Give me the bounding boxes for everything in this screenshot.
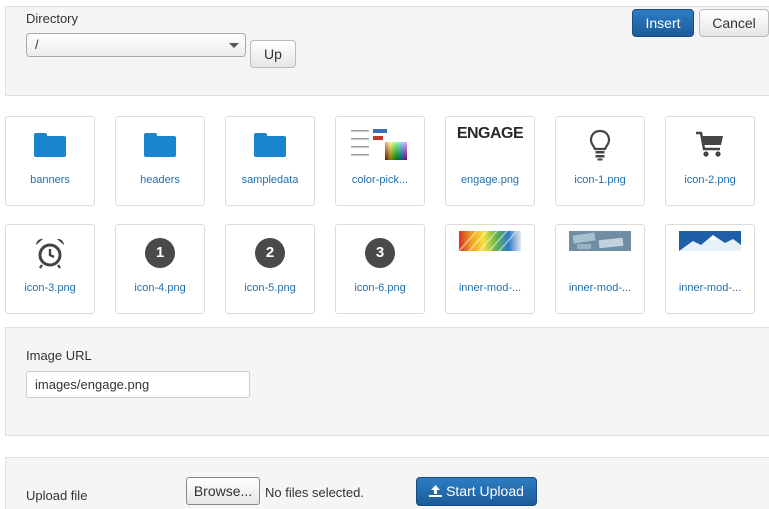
tile-name: inner-mod-...: [458, 282, 522, 294]
image-tile[interactable]: color-pick...: [335, 116, 425, 206]
tile-name: color-pick...: [351, 174, 409, 186]
folder-icon: [34, 133, 66, 157]
image-tile[interactable]: inner-mod-...: [445, 224, 535, 314]
tile-name: inner-mod-...: [678, 282, 742, 294]
image-tile[interactable]: 2 icon-5.png: [225, 224, 315, 314]
number-two-icon: 2: [255, 238, 285, 268]
mountain-thumbnail: [679, 231, 741, 251]
start-upload-button[interactable]: Start Upload: [416, 477, 537, 506]
tile-name: sampledata: [241, 174, 299, 186]
folder-icon: [144, 133, 176, 157]
alarm-clock-icon: [35, 238, 65, 269]
blue-cards-thumbnail: [569, 231, 631, 251]
directory-panel: Directory / Up Insert Cancel: [5, 6, 769, 96]
engage-thumbnail: ENGAGE: [456, 125, 524, 142]
tile-name: icon-2.png: [684, 174, 736, 186]
image-tile[interactable]: icon-2.png: [665, 116, 755, 206]
insert-button[interactable]: Insert: [632, 9, 694, 37]
image-url-panel: Image URL: [5, 327, 769, 436]
tile-name: engage.png: [460, 174, 520, 186]
image-tile[interactable]: inner-mod-...: [555, 224, 645, 314]
folder-tile[interactable]: sampledata: [225, 116, 315, 206]
tile-name: icon-3.png: [24, 282, 76, 294]
image-url-label: Image URL: [26, 348, 92, 363]
tile-name: inner-mod-...: [568, 282, 632, 294]
folder-tile[interactable]: banners: [5, 116, 95, 206]
image-tile[interactable]: icon-1.png: [555, 116, 645, 206]
number-one-icon: 1: [145, 238, 175, 268]
no-files-text: No files selected.: [265, 485, 364, 500]
tile-name: icon-6.png: [354, 282, 406, 294]
folder-tile[interactable]: headers: [115, 116, 205, 206]
tile-name: headers: [140, 174, 180, 186]
image-tile[interactable]: inner-mod-...: [665, 224, 755, 314]
image-tile[interactable]: icon-3.png: [5, 224, 95, 314]
start-upload-label: Start Upload: [446, 483, 524, 499]
number-three-icon: 3: [365, 238, 395, 268]
image-tile[interactable]: ENGAGE engage.png: [445, 116, 535, 206]
chevron-down-icon: [229, 43, 239, 48]
color-swatches-thumbnail: [459, 231, 521, 251]
image-tile[interactable]: 1 icon-4.png: [115, 224, 205, 314]
tile-name: icon-5.png: [244, 282, 296, 294]
directory-select[interactable]: /: [26, 33, 246, 57]
browse-button[interactable]: Browse...: [186, 477, 260, 505]
folder-icon: [254, 133, 286, 157]
shopping-cart-icon: [696, 131, 723, 157]
up-button[interactable]: Up: [250, 40, 296, 68]
directory-label: Directory: [26, 11, 79, 26]
cancel-button[interactable]: Cancel: [699, 9, 769, 37]
tile-name: icon-4.png: [134, 282, 186, 294]
color-picker-thumbnail: [349, 126, 411, 164]
tile-name: icon-1.png: [574, 174, 626, 186]
tile-name: banners: [30, 174, 70, 186]
upload-panel: Upload file Browse... No files selected.…: [5, 457, 769, 509]
upload-file-label: Upload file: [26, 488, 88, 503]
upload-icon: [429, 485, 443, 497]
image-url-input[interactable]: [26, 371, 250, 398]
directory-select-value: /: [35, 37, 39, 52]
lightbulb-icon: [589, 129, 611, 161]
image-tile[interactable]: 3 icon-6.png: [335, 224, 425, 314]
